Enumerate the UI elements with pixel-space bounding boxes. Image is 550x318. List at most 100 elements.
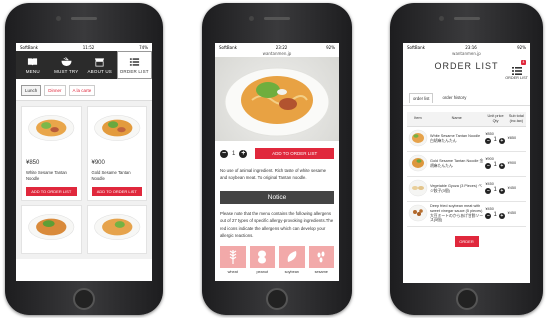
add-to-order-button[interactable]: ADD TO ORDER LIST	[255, 148, 334, 159]
subtotal: ¥450	[506, 201, 526, 227]
quantity-value: 1	[493, 212, 497, 219]
allergen-wheat: wheat	[220, 245, 246, 274]
order-count-badge: 4	[521, 60, 526, 65]
allergen-label: wheat	[227, 269, 238, 274]
product-card: ¥900 Gold Sesame Tantan Noodle ADD TO OR…	[86, 106, 147, 201]
clock: 23:22	[275, 44, 288, 50]
nav-label: ABOUT US	[87, 68, 113, 74]
carrier: SoftBank	[219, 44, 237, 50]
nav-menu[interactable]: MENU	[16, 51, 50, 79]
noodle-bowl-image	[224, 67, 330, 137]
minus-button[interactable]: −	[220, 149, 228, 158]
minus-button[interactable]: −	[485, 138, 492, 145]
quantity-value: 1	[493, 187, 497, 194]
minus-button[interactable]: −	[485, 163, 492, 170]
wheat-icon	[229, 249, 237, 264]
phone-3: SoftBank 23:16 92% wantanmen.jp ORDER LI…	[390, 3, 543, 315]
home-button[interactable]	[266, 288, 288, 310]
order-tabs: order list order history	[403, 85, 530, 106]
product-description: No use of animal ingredient. Rich taste …	[220, 168, 327, 181]
tab-order-history[interactable]: order history	[439, 93, 469, 103]
minus-button[interactable]: −	[485, 188, 492, 195]
allergen-soybean: soybean	[279, 245, 305, 274]
nav-about-us[interactable]: ABOUT US	[83, 51, 117, 79]
carrier: SoftBank	[20, 44, 38, 50]
allergen-label: soybean	[284, 269, 299, 274]
plus-button[interactable]: +	[498, 213, 505, 220]
table-row: Vegetable Gyoza (3 Pieces) ベジ餃子(3個) ¥450…	[407, 176, 526, 202]
status-bar: SoftBank 23:22 92%	[215, 43, 339, 51]
noodle-bowl-image	[28, 213, 75, 240]
add-to-order-button[interactable]: ADD TO ORDER LIST	[26, 186, 77, 196]
tab-dinner[interactable]: Dinner	[44, 85, 66, 96]
nav-order-list[interactable]: ORDER LIST	[116, 51, 152, 79]
quantity-value: 1	[493, 137, 497, 144]
peanut-icon	[258, 250, 267, 264]
quantity-stepper: −1 +	[485, 212, 505, 220]
battery: 92%	[326, 44, 335, 50]
quantity-row: − 1 + ADD TO ORDER LIST	[215, 141, 339, 162]
nav-label: ORDER LIST	[119, 68, 149, 74]
order-button[interactable]: ORDER	[454, 235, 479, 247]
tab-order-list[interactable]: order list	[409, 93, 434, 103]
page-header: ORDER LIST 4 ORDER LIST	[403, 57, 530, 85]
plus-button[interactable]: +	[498, 138, 505, 145]
item-name: Gold Sesame Tantan Noodle 金胡麻たんたん	[429, 151, 485, 177]
carrier: SoftBank	[407, 44, 425, 50]
subtotal: ¥900	[506, 151, 526, 177]
shop-icon	[95, 57, 105, 66]
item-name: Deep fried soybean meat with sweet vineg…	[429, 201, 485, 227]
table-row: Deep fried soybean meat with sweet vineg…	[407, 201, 526, 227]
clock: 23:16	[465, 44, 477, 50]
home-button[interactable]	[455, 288, 478, 310]
noodle-bowl-image	[93, 115, 140, 141]
nav-label: MENU	[25, 68, 40, 74]
item-thumbnail	[408, 204, 428, 221]
allergen-label: peanut	[256, 269, 269, 274]
clock: 11:52	[82, 44, 95, 50]
minus-button[interactable]: −	[485, 213, 492, 220]
col-name: Name	[429, 112, 485, 127]
item-thumbnail	[408, 154, 428, 171]
plus-button[interactable]: +	[239, 149, 248, 158]
allergen-peanut: peanut	[249, 245, 275, 274]
col-subtotal: Sub total (inc.tax)	[506, 112, 526, 127]
sesame-icon	[317, 251, 325, 263]
product-card: ¥850 White Sesame Tantan Noodle ADD TO O…	[21, 106, 82, 201]
phone-2: SoftBank 23:22 92% wantanmen.jp − 1 + AD…	[202, 3, 352, 315]
order-table: Item Name Unit price Qty Sub total (inc.…	[407, 112, 526, 227]
product-price: ¥850	[26, 160, 40, 166]
item-name: White Sesame Tantan Noodle 白胡麻たんたん	[429, 126, 485, 152]
col-item: Item	[407, 112, 429, 127]
book-icon	[28, 57, 38, 66]
noodle-bowl-image	[93, 213, 140, 240]
phone-1-screen: SoftBank 11:52 74% MENU MUST TRY ABOUT U…	[16, 43, 152, 281]
subtotal: ¥850	[506, 126, 526, 152]
status-bar: SoftBank 11:52 74%	[16, 43, 152, 51]
table-row: White Sesame Tantan Noodle 白胡麻たんたん ¥850 −…	[407, 126, 526, 152]
status-bar: SoftBank 23:16 92%	[403, 43, 530, 51]
table-row: Gold Sesame Tantan Noodle 金胡麻たんたん ¥900−1…	[407, 151, 526, 177]
allergen-label: sesame	[314, 269, 328, 274]
nav-label: MUST TRY	[54, 68, 79, 74]
tab-lunch[interactable]: Lunch	[21, 85, 42, 96]
nav-must-try[interactable]: MUST TRY	[50, 51, 84, 79]
quantity-stepper: −1 +	[485, 187, 505, 195]
list-icon	[512, 67, 522, 75]
plus-button[interactable]: +	[498, 163, 505, 170]
order-list-label: ORDER LIST	[505, 76, 528, 80]
add-to-order-button[interactable]: ADD TO ORDER LIST	[91, 186, 142, 196]
home-button[interactable]	[73, 288, 95, 310]
tab-a-la-carte[interactable]: A la carte	[68, 85, 96, 96]
quantity-stepper: −1 +	[485, 162, 505, 170]
plus-button[interactable]: +	[498, 188, 505, 195]
product-name: White Sesame Tantan Noodle	[26, 170, 67, 182]
noodle-bowl-image	[28, 115, 75, 141]
subtotal: ¥450	[506, 176, 526, 202]
allergen-icons: wheat peanut soybean sesame	[215, 242, 339, 278]
soybean-icon	[287, 250, 297, 262]
col-price: Unit price Qty	[484, 112, 507, 127]
phone-2-screen: SoftBank 23:22 92% wantanmen.jp − 1 + AD…	[215, 43, 339, 281]
table-header: Item Name Unit price Qty Sub total (inc.…	[407, 112, 526, 127]
list-icon	[129, 57, 139, 66]
